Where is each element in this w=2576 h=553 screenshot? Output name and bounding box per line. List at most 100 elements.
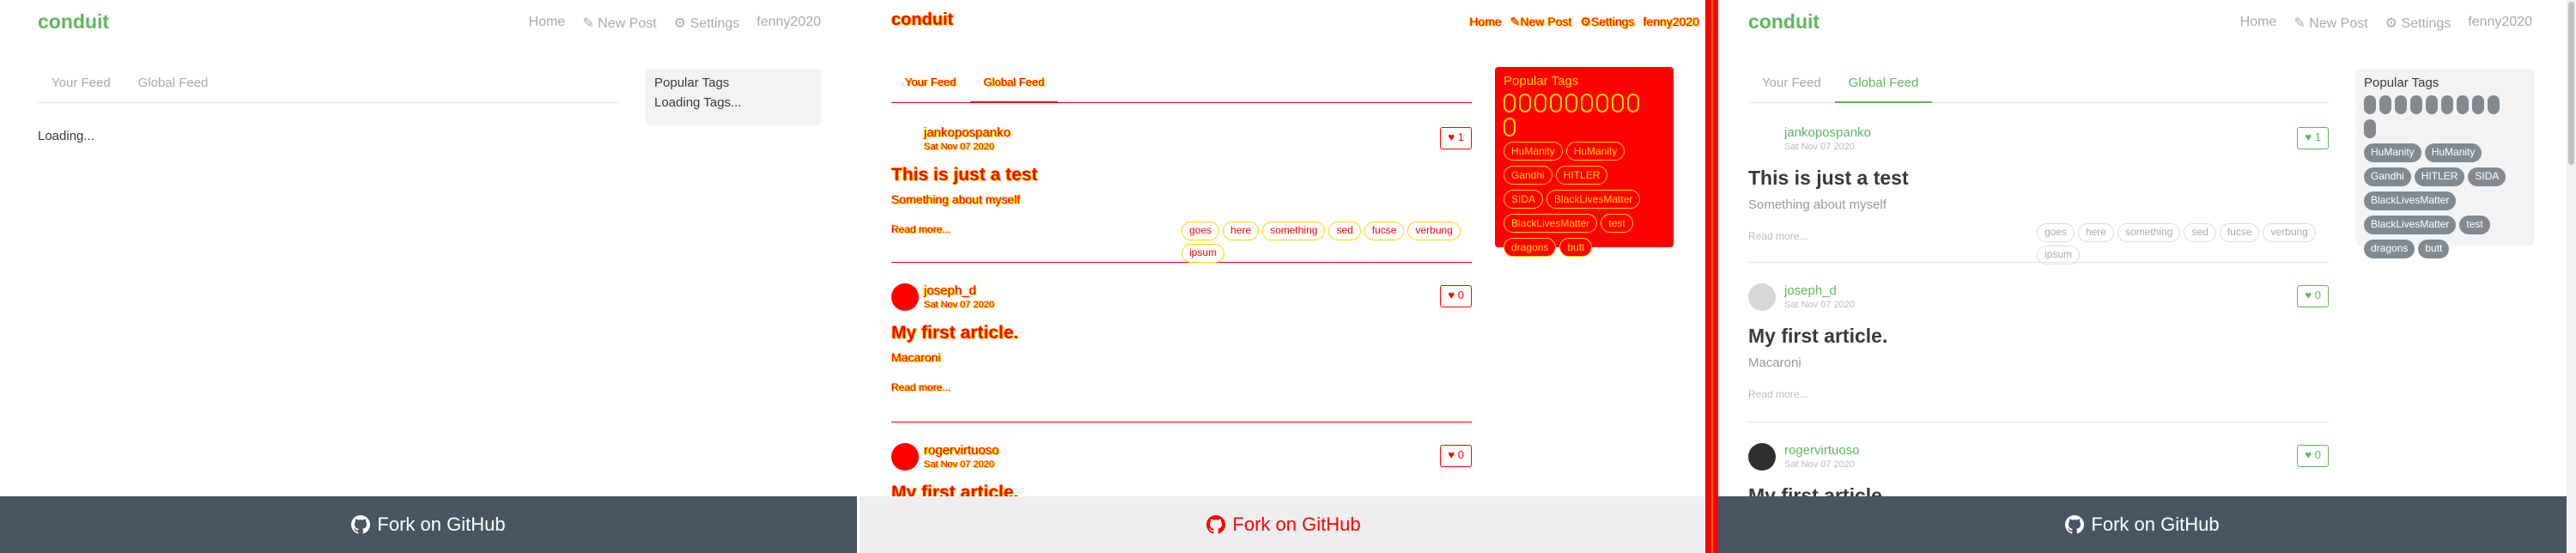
- article-author[interactable]: joseph_d: [1784, 283, 1837, 298]
- nav-settings[interactable]: ⚙ Settings: [674, 15, 740, 32]
- sidebar-title: Popular Tags: [1504, 74, 1579, 88]
- github-icon: [1206, 515, 1226, 534]
- favorite-count: 0: [2314, 289, 2321, 301]
- popular-tags-sidebar: Popular Tags HuManity HuManity Gandhi HI…: [2355, 69, 2534, 258]
- article-title[interactable]: My first article.: [1748, 325, 1887, 348]
- brand-logo[interactable]: conduit: [891, 10, 953, 30]
- favorite-button[interactable]: ♥ 0: [2297, 285, 2329, 307]
- github-icon: [351, 515, 371, 534]
- nav-new-post[interactable]: ✎ New Post: [2293, 15, 2367, 32]
- author-avatar[interactable]: [891, 283, 919, 311]
- favorite-button[interactable]: ♥ 1: [1440, 127, 1472, 149]
- tags-loading-text: Loading Tags...: [654, 95, 742, 110]
- tab-your-feed[interactable]: Your Feed: [1748, 70, 1835, 103]
- article-title[interactable]: This is just a test: [1748, 167, 1909, 190]
- favorite-button[interactable]: ♥ 1: [2297, 127, 2329, 149]
- feed-tabs: Your Feed Global Feed: [38, 70, 618, 103]
- tag-pill[interactable]: SIDA: [1504, 190, 1544, 209]
- tag-pill[interactable]: BlackLivesMatter: [2364, 191, 2457, 210]
- nav-settings-label: Settings: [690, 16, 740, 31]
- author-avatar[interactable]: [1748, 443, 1776, 471]
- tag-placeholder: [1504, 94, 1516, 112]
- tag-pill[interactable]: butt: [1559, 238, 1593, 257]
- tag-placeholder: [2410, 95, 2422, 114]
- tag-pill[interactable]: HITLER: [1555, 166, 1608, 185]
- tag-pill[interactable]: HuManity: [2364, 143, 2421, 162]
- nav-home[interactable]: Home: [1469, 15, 1501, 29]
- nav-user[interactable]: fenny2020: [1643, 15, 1699, 29]
- article-tag: ipsum: [2037, 246, 2081, 264]
- tag-pill[interactable]: test: [2459, 216, 2490, 234]
- tab-global-feed[interactable]: Global Feed: [1834, 70, 1933, 103]
- tag-placeholder: [2379, 95, 2391, 114]
- tag-pill[interactable]: HuManity: [2424, 143, 2482, 162]
- article-author[interactable]: jankopospanko: [924, 125, 1011, 140]
- read-more-link[interactable]: Read more...: [891, 381, 951, 393]
- tag-pill[interactable]: butt: [2418, 240, 2450, 258]
- tab-your-feed[interactable]: Your Feed: [891, 70, 970, 103]
- article-description: Macaroni: [1748, 356, 1801, 370]
- tab-global-feed[interactable]: Global Feed: [969, 70, 1059, 103]
- article-title[interactable]: This is just a test: [891, 165, 1037, 185]
- nav-settings[interactable]: ⚙Settings: [1580, 15, 1634, 29]
- tab-your-feed[interactable]: Your Feed: [38, 70, 125, 103]
- article-author[interactable]: rogervirtuoso: [924, 443, 999, 458]
- heart-icon: ♥: [1448, 448, 1455, 461]
- article-description: Something about myself: [1748, 198, 1886, 212]
- favorite-button[interactable]: ♥ 0: [1440, 285, 1472, 307]
- tag-pill[interactable]: SIDA: [2468, 167, 2506, 186]
- page-scrollbar[interactable]: [2567, 0, 2576, 553]
- brand-logo[interactable]: conduit: [1748, 10, 1820, 33]
- tag-pill[interactable]: test: [1601, 214, 1633, 233]
- heart-icon: ♥: [2305, 131, 2312, 143]
- github-footer[interactable]: Fork on GitHub: [0, 496, 857, 553]
- article-description: Macaroni: [891, 350, 941, 364]
- tag-pill[interactable]: HITLER: [2414, 167, 2465, 186]
- tag-pill[interactable]: Gandhi: [2364, 167, 2411, 186]
- github-footer[interactable]: Fork on GitHub: [1718, 496, 2567, 553]
- tab-global-feed[interactable]: Global Feed: [125, 70, 222, 103]
- tag-placeholder: [1627, 94, 1639, 112]
- article-tag: something: [1262, 222, 1326, 240]
- github-footer[interactable]: Fork on GitHub: [860, 496, 1708, 553]
- article-author[interactable]: rogervirtuoso: [1784, 443, 1860, 458]
- article-tag: sed: [1328, 222, 1361, 240]
- read-more-link[interactable]: Read more...: [891, 223, 951, 235]
- tag-pill[interactable]: dragons: [2364, 240, 2415, 258]
- tag-pill[interactable]: BlackLivesMatter: [1546, 190, 1641, 209]
- tag-pill[interactable]: HuManity: [1565, 142, 1625, 161]
- nav-home[interactable]: Home: [2240, 15, 2277, 32]
- nav-new-post[interactable]: ✎ New Post: [582, 15, 656, 32]
- tag-pill[interactable]: dragons: [1504, 238, 1557, 257]
- article-author[interactable]: joseph_d: [924, 283, 976, 298]
- nav-home[interactable]: Home: [529, 15, 566, 32]
- read-more-link[interactable]: Read more...: [1748, 230, 1807, 242]
- favorite-button[interactable]: ♥ 0: [2297, 445, 2329, 467]
- nav-user[interactable]: fenny2020: [2468, 15, 2532, 32]
- favorite-button[interactable]: ♥ 0: [1440, 445, 1472, 467]
- tag-pill[interactable]: HuManity: [1504, 142, 1563, 161]
- article-title[interactable]: My first article.: [891, 323, 1018, 343]
- author-avatar[interactable]: [1748, 283, 1776, 311]
- tag-pill[interactable]: BlackLivesMatter: [2364, 216, 2457, 234]
- brand-logo[interactable]: conduit: [38, 10, 109, 33]
- article-tag: goes: [1182, 222, 1220, 240]
- tag-list: HuManity HuManity Gandhi HITLER SIDA Bla…: [2364, 143, 2508, 258]
- article-date: Sat Nov 07 2020: [1784, 142, 1855, 152]
- tag-placeholder: [2441, 95, 2453, 114]
- author-avatar[interactable]: [1748, 125, 1776, 153]
- read-more-link[interactable]: Read more...: [1748, 388, 1807, 400]
- scrollbar-thumb[interactable]: [2568, 2, 2574, 165]
- article-tag-list: goes here something sed fucse verbung ip…: [1182, 222, 1472, 263]
- author-avatar[interactable]: [891, 443, 919, 471]
- article-tag: goes: [2037, 223, 2075, 242]
- article-author[interactable]: jankopospanko: [1784, 125, 1871, 140]
- tag-pill[interactable]: BlackLivesMatter: [1504, 214, 1598, 233]
- edit-icon: ✎: [582, 16, 594, 31]
- tag-pill[interactable]: Gandhi: [1504, 166, 1552, 185]
- nav-settings[interactable]: ⚙ Settings: [2385, 15, 2451, 32]
- nav-new-post-label: New Post: [2309, 16, 2368, 31]
- article-tag: sed: [2184, 223, 2216, 242]
- nav-user[interactable]: fenny2020: [756, 15, 821, 32]
- nav-new-post[interactable]: ✎New Post: [1510, 15, 1572, 29]
